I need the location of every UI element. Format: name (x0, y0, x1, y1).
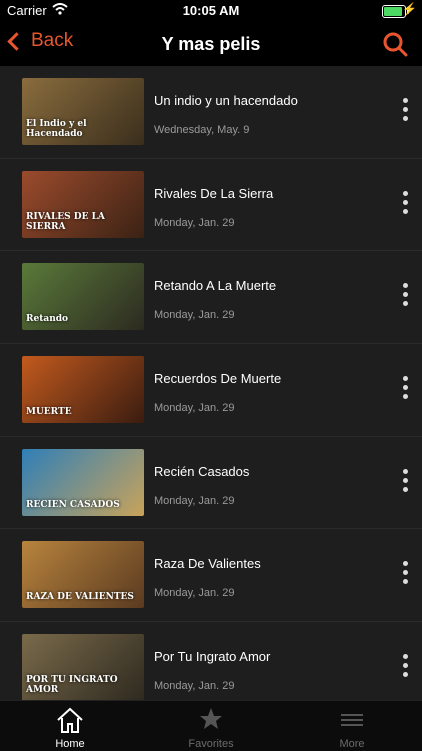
poster-caption: Retando (26, 314, 69, 325)
search-icon[interactable] (382, 31, 408, 57)
tab-favorites[interactable]: Favorites (141, 701, 281, 751)
movie-poster[interactable]: RECIEN CASADOS (22, 448, 144, 516)
movie-row[interactable]: RAZA DE VALIENTES Raza De Valientes Monday… (0, 529, 422, 623)
movie-title[interactable]: Retando A La Muerte (154, 278, 276, 293)
poster-caption: MUERTE (26, 407, 72, 418)
movie-row[interactable]: Retando Retando A La Muerte Monday, Jan. 2… (0, 251, 422, 345)
movie-list: El Indio y el Hacendado Un indio y un hac… (0, 66, 422, 700)
movie-row[interactable]: POR TU INGRATO AMOR Por Tu Ingrato Amor Mo… (0, 622, 422, 700)
movie-poster[interactable]: RIVALES DE LA SIERRA (22, 170, 144, 238)
movie-date: Monday, Jan. 29 (154, 587, 235, 600)
page-title: Y mas pelis (161, 34, 261, 54)
movie-title[interactable]: Raza De Valientes (154, 556, 261, 571)
tab-more[interactable]: More (282, 701, 422, 751)
poster-caption: El Indio y el Hacendado (26, 119, 87, 139)
movie-date: Monday, Jan. 29 (154, 494, 235, 507)
star-icon (200, 708, 222, 729)
tab-favorites-label: Favorites (188, 738, 234, 750)
tab-bar: Home Favorites More (0, 700, 422, 751)
movie-poster[interactable]: Retando (22, 263, 144, 331)
navigation-bar: Back Y mas pelis (0, 22, 422, 66)
charging-icon: ⚡ (402, 2, 417, 16)
status-time: 10:05 AM (182, 3, 240, 18)
status-bar: Carrier 10:05 AM ⚡ (0, 0, 422, 22)
home-icon (57, 707, 83, 733)
movie-date: Monday, Jan. 29 (154, 309, 235, 322)
movie-poster[interactable]: MUERTE (22, 356, 144, 424)
poster-caption: RIVALES DE LA SIERRA (26, 211, 105, 232)
movie-date: Monday, Jan. 29 (154, 680, 235, 693)
more-options-icon[interactable] (400, 283, 410, 313)
tab-more-label: More (339, 738, 365, 750)
more-options-icon[interactable] (400, 561, 410, 591)
menu-icon (341, 714, 363, 726)
more-options-icon[interactable] (400, 376, 410, 406)
movie-title[interactable]: Rivales De La Sierra (154, 186, 273, 201)
poster-caption: RAZA DE VALIENTES (26, 592, 134, 603)
movie-date: Monday, Jan. 29 (154, 402, 235, 415)
movie-row[interactable]: MUERTE Recuerdos De Muerte Monday, Jan. 29 (0, 344, 422, 437)
movie-date: Wednesday, May. 9 (154, 124, 250, 136)
movie-row[interactable]: RIVALES DE LA SIERRA Rivales De La Sierra… (0, 159, 422, 252)
movie-row[interactable]: RECIEN CASADOS Recién Casados Monday, Jan.… (0, 437, 422, 530)
movie-title[interactable]: Un indio y un hacendado (154, 93, 298, 108)
tab-home[interactable]: Home (0, 701, 140, 751)
tab-home-label: Home (55, 738, 85, 750)
movie-poster[interactable]: POR TU INGRATO AMOR (22, 634, 144, 700)
movie-poster[interactable]: El Indio y el Hacendado (22, 78, 144, 145)
more-options-icon[interactable] (400, 654, 410, 684)
more-options-icon[interactable] (400, 468, 410, 499)
more-options-icon[interactable] (400, 98, 410, 128)
movie-title[interactable]: Recién Casados (154, 464, 249, 479)
poster-caption: RECIEN CASADOS (26, 499, 120, 510)
movie-title[interactable]: Por Tu Ingrato Amor (154, 649, 270, 664)
movie-date: Monday, Jan. 29 (154, 216, 235, 229)
movie-title[interactable]: Recuerdos De Muerte (154, 371, 281, 386)
more-options-icon[interactable] (400, 190, 410, 221)
movie-poster[interactable]: RAZA DE VALIENTES (22, 541, 144, 609)
movie-row[interactable]: El Indio y el Hacendado Un indio y un hac… (0, 66, 422, 159)
poster-caption: POR TU INGRATO AMOR (26, 675, 118, 696)
